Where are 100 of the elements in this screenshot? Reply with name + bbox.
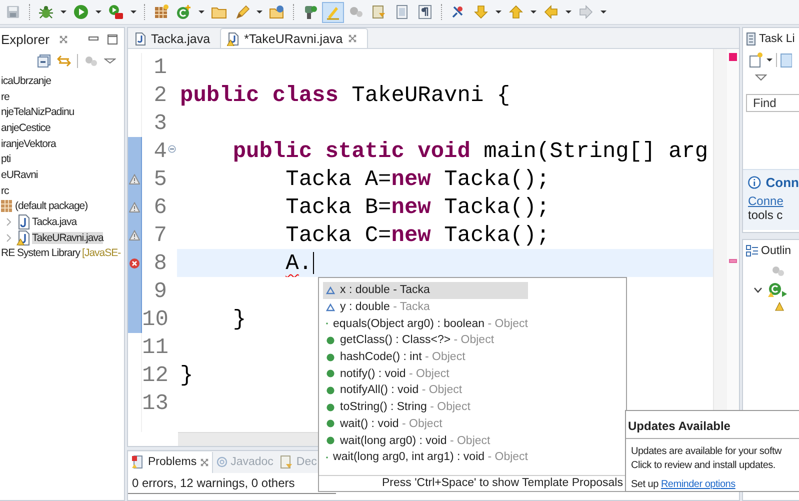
line-number: 5 (154, 166, 167, 192)
tree-item[interactable]: njeTelaNizPadinu (0, 104, 124, 120)
proposal-item[interactable]: notify() : void - Object (323, 365, 528, 382)
tree-label: anjeCestice (1, 122, 50, 134)
maximize-icon[interactable] (107, 34, 118, 44)
class-icon[interactable] (767, 282, 789, 298)
line-number: 6 (154, 194, 167, 220)
tab-label: Explorer (1, 32, 50, 46)
editor-tab[interactable]: *TakeURavni.java (220, 28, 368, 48)
line-number: 13 (142, 390, 168, 416)
line-number: 4 (154, 138, 167, 164)
tree-label: pti (1, 153, 11, 166)
view-tab[interactable]: Problems (128, 452, 213, 472)
tree-item[interactable]: pti (0, 151, 124, 168)
proposal-item[interactable]: toString() : String - Object (323, 398, 528, 416)
proposal-item[interactable]: notifyAll() : void - Object (323, 382, 528, 399)
tree-item[interactable]: re (0, 88, 124, 104)
line-number: 11 (142, 334, 168, 360)
close-icon[interactable] (348, 34, 357, 43)
close-icon[interactable] (59, 34, 68, 44)
view-tab[interactable]: Outlin (743, 245, 792, 257)
proposal-item[interactable]: equals(Object arg0) : boolean - Object (323, 315, 528, 332)
proposal-item[interactable]: wait(long arg0, int arg1) : void - Object (323, 448, 528, 466)
find-field[interactable]: Find (746, 94, 799, 112)
line-number: 8 (154, 250, 167, 276)
tree-item[interactable]: icaUbrzanje (0, 73, 124, 89)
proposal-item[interactable]: x : double - Tacka (323, 282, 528, 299)
grid-icon (153, 4, 169, 20)
tree-label: RE System Library (1, 247, 80, 260)
proposal-item[interactable]: wait(long arg0) : void - Object (323, 432, 528, 449)
link-arrows-icon[interactable] (57, 54, 71, 68)
tab-label: Dec (296, 456, 317, 468)
play-icon (73, 4, 89, 20)
caret-icon (198, 10, 205, 14)
declaration-icon (279, 455, 294, 469)
tree-label: eURavni (1, 168, 38, 181)
caret-icon (530, 10, 537, 14)
category-icon[interactable] (780, 52, 792, 68)
close-icon[interactable] (200, 458, 209, 466)
connect-title: Conn (766, 175, 799, 190)
tree-label: (default package) (15, 200, 88, 212)
task-list-icon (746, 32, 756, 46)
tree-label: icaUbrzanje (1, 74, 51, 87)
connect-text: tools c (748, 208, 784, 222)
info-icon (748, 176, 761, 189)
folder-icon (269, 4, 285, 20)
code-line: Tacka B=new Tacka(); (284, 194, 550, 220)
notification-text: Click to review and install updates. (631, 459, 776, 473)
tab-label: Tacka.java (151, 32, 210, 46)
connect-link[interactable]: Conne (748, 194, 784, 208)
line-number: 3 (154, 110, 167, 136)
tree-item[interactable]: RE System Library [JavaSE- (0, 246, 124, 262)
tree-item[interactable]: Tacka.java (0, 214, 124, 230)
tree-item[interactable]: rc (0, 182, 124, 198)
tree-item[interactable]: iranjeVektora (0, 136, 124, 152)
line-number: 9 (154, 278, 167, 304)
collapse-fold-icon[interactable] (168, 145, 176, 153)
line-number: 2 (154, 82, 167, 108)
notification-text: Set up (631, 479, 660, 490)
new-task-icon[interactable] (749, 52, 763, 68)
gears-icon (348, 4, 364, 20)
tree-item[interactable]: eURavni (0, 167, 124, 183)
marker-icon (325, 4, 341, 20)
caret-icon[interactable] (766, 58, 773, 62)
tree-item[interactable]: TakeURavni.java (0, 230, 124, 246)
tab-label: Outlin (761, 245, 792, 257)
view-menu-icon[interactable] (755, 73, 767, 83)
view-tab[interactable]: Explorer (0, 32, 68, 46)
caret-icon (95, 10, 102, 14)
caret-icon (495, 10, 502, 14)
tab-label: Task Li (759, 33, 795, 45)
tree-label: njeTelaNizPadinu (1, 106, 74, 118)
tree-item[interactable]: anjeCestice (0, 120, 124, 136)
line-number: 10 (142, 306, 168, 332)
code-line: public class TakeURavni { (180, 82, 510, 108)
tree-decoration: [JavaSE- (82, 247, 121, 260)
view-tab[interactable]: Task Li (743, 32, 795, 46)
proposal-item[interactable]: getClass() : Class<?> - Object (323, 332, 528, 349)
tree-label: Tacka.java (32, 216, 77, 228)
tree-item[interactable]: (default package) (0, 198, 124, 214)
line-number: 7 (154, 222, 167, 248)
editor-tab[interactable]: Tacka.java (128, 29, 220, 48)
arrow-right-icon (578, 4, 594, 20)
error-indicator (729, 53, 737, 61)
tree-label: re (1, 90, 10, 103)
at-sign-icon (216, 455, 228, 469)
proposal-item[interactable]: y : double - Tacka (323, 298, 528, 316)
class-plus-icon (176, 4, 192, 20)
proposal-item[interactable]: wait() : void - Object (323, 416, 528, 432)
code-line: } (180, 362, 194, 388)
caret-icon (60, 10, 67, 14)
reminder-options-link[interactable]: Reminder options (660, 479, 736, 490)
proposal-item[interactable]: hashCode() : int - Object (323, 348, 528, 366)
arrow-left-icon (543, 4, 559, 20)
code-line: public static void main(String[] arg (232, 138, 708, 164)
notification-title: Updates Available (626, 411, 799, 439)
tree-label: iranjeVektora (1, 138, 56, 150)
collapse-all-icon[interactable] (37, 54, 51, 68)
problems-summary: 0 errors, 12 warnings, 0 others (132, 476, 295, 490)
tab-label: *TakeURavni.java (244, 32, 343, 46)
